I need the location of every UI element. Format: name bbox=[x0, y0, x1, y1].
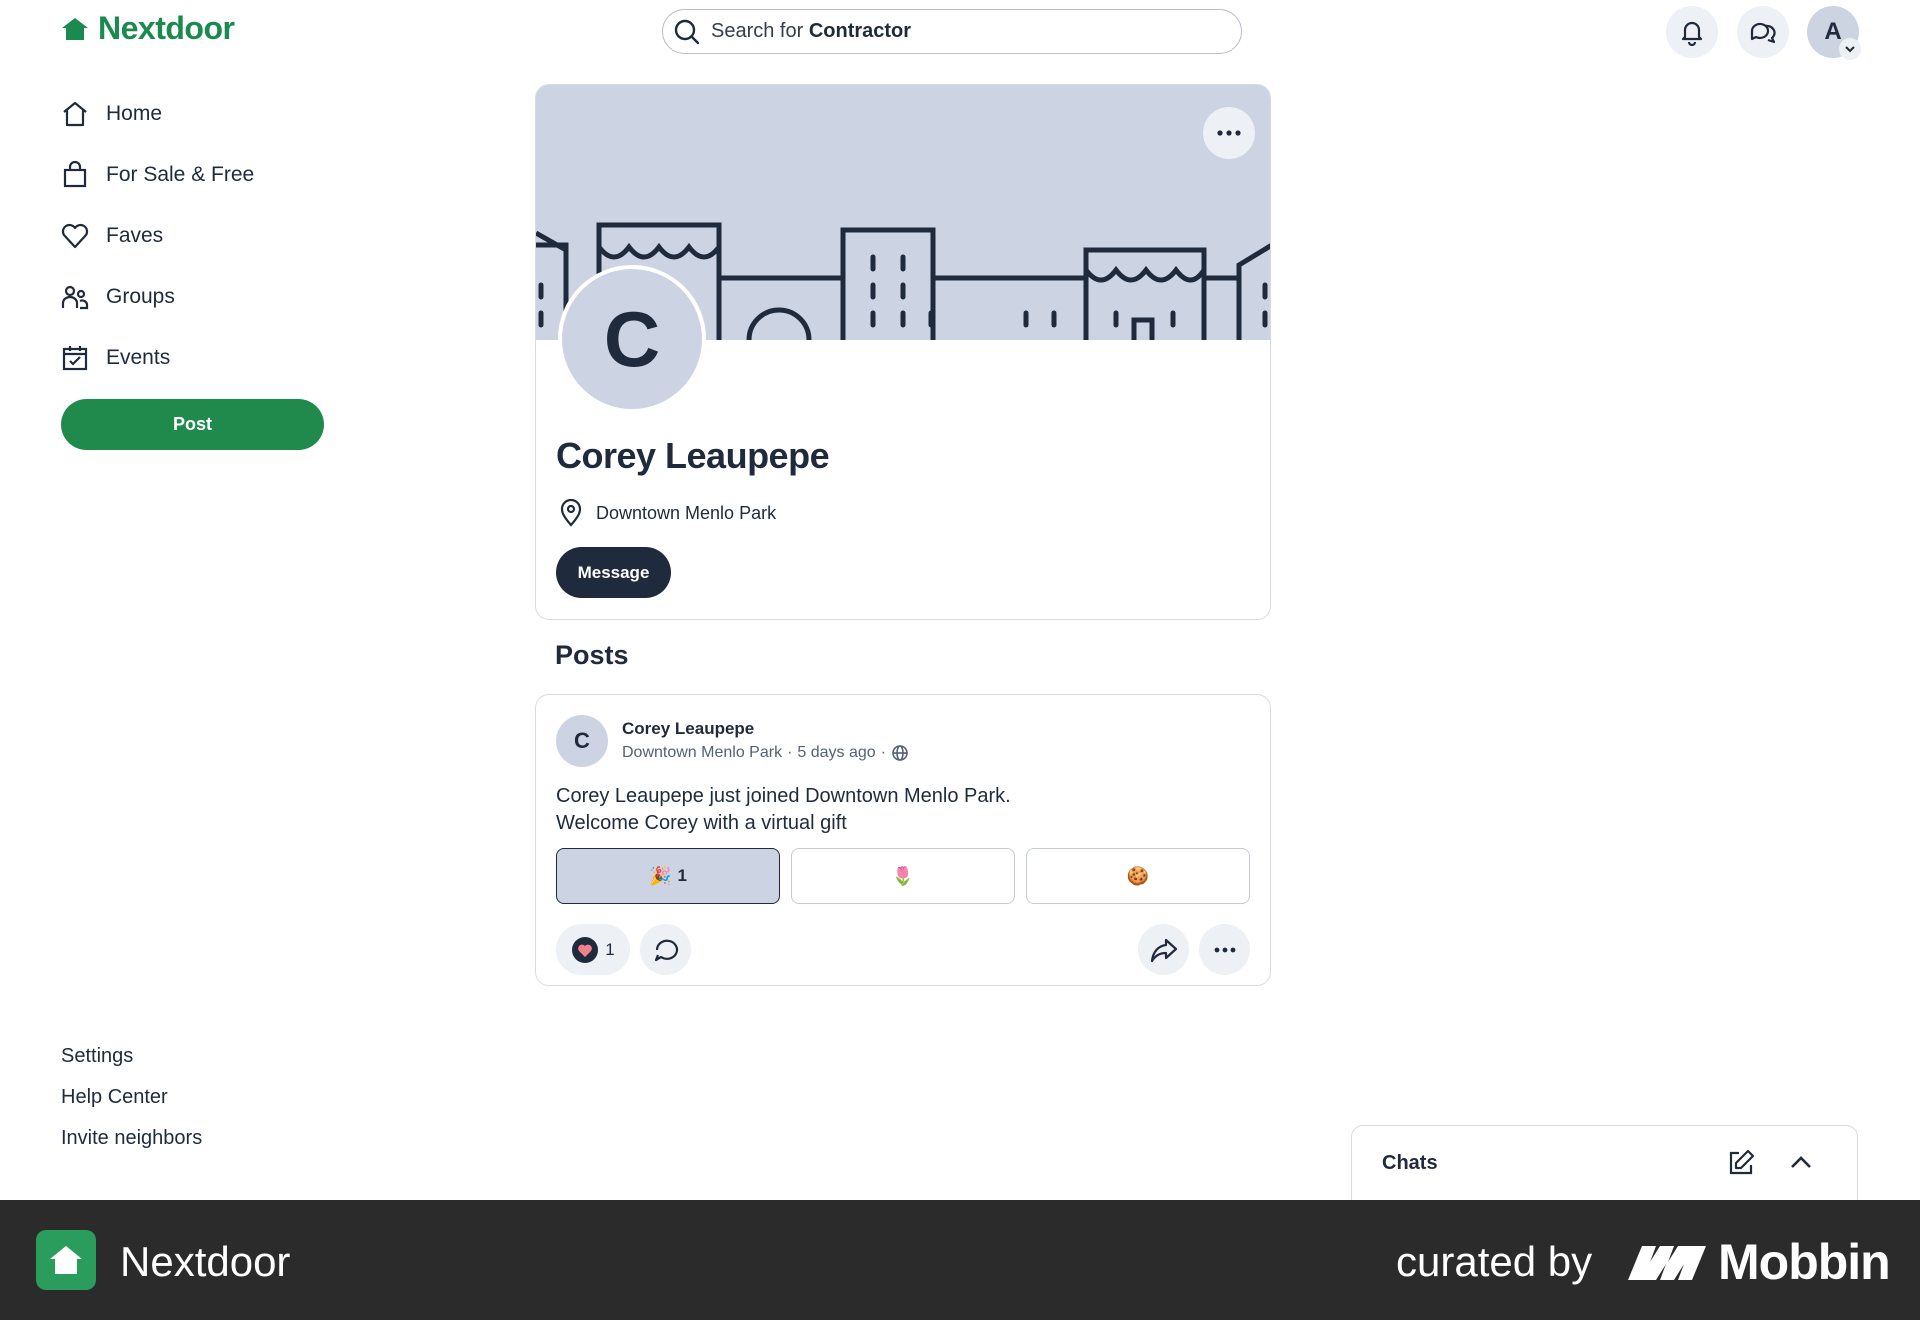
home-icon bbox=[63, 101, 87, 127]
heart-reaction-icon bbox=[572, 936, 599, 963]
meta-separator: · bbox=[787, 744, 793, 761]
post-button[interactable]: Post bbox=[61, 399, 324, 450]
chevron-down-icon bbox=[1845, 46, 1855, 53]
gift-button-party[interactable]: 🎉 1 bbox=[556, 848, 780, 904]
profile-name: Corey Leaupepe bbox=[556, 435, 830, 476]
gift-count: 1 bbox=[677, 866, 687, 885]
sidebar-item-faves[interactable]: Faves bbox=[60, 216, 163, 256]
heart-icon bbox=[61, 223, 89, 249]
more-horizontal-icon bbox=[1217, 130, 1241, 136]
post-time: 5 days ago bbox=[797, 744, 876, 761]
chevron-up-icon[interactable] bbox=[1788, 1150, 1814, 1176]
notifications-button[interactable] bbox=[1666, 6, 1718, 58]
post-body-line: Welcome Corey with a virtual gift bbox=[556, 812, 847, 834]
sidebar-item-groups[interactable]: Groups bbox=[60, 277, 175, 317]
profile-location: Downtown Menlo Park bbox=[558, 499, 776, 527]
chat-bubbles-icon bbox=[1750, 22, 1776, 44]
post-more-button[interactable] bbox=[1199, 924, 1250, 975]
sidebar-item-home[interactable]: Home bbox=[60, 94, 162, 134]
sidebar-item-label: Groups bbox=[106, 285, 175, 308]
calendar-icon bbox=[62, 346, 88, 371]
more-horizontal-icon bbox=[1214, 947, 1235, 952]
globe-icon bbox=[892, 745, 908, 761]
compose-icon[interactable] bbox=[1726, 1148, 1756, 1178]
post-author-avatar[interactable]: C bbox=[556, 715, 608, 767]
groups-icon bbox=[61, 285, 89, 310]
chats-panel[interactable]: Chats bbox=[1351, 1125, 1858, 1200]
nextdoor-logo[interactable]: Nextdoor bbox=[60, 10, 235, 47]
profile-more-button[interactable] bbox=[1203, 107, 1255, 159]
attribution-banner: Nextdoor curated by Mobbin bbox=[0, 1200, 1920, 1320]
mobbin-mark-icon bbox=[1628, 1246, 1706, 1280]
invite-neighbors-link[interactable]: Invite neighbors bbox=[61, 1127, 202, 1150]
house-logo-icon bbox=[50, 1246, 82, 1274]
sidebar-item-label: Events bbox=[106, 346, 171, 369]
messages-button[interactable] bbox=[1737, 6, 1789, 58]
account-menu-toggle[interactable] bbox=[1839, 38, 1861, 60]
sidebar-item-for-sale[interactable]: For Sale & Free bbox=[60, 155, 254, 195]
posts-heading: Posts bbox=[555, 640, 629, 670]
page: Nextdoor Search for Contractor A Home Fo… bbox=[0, 0, 1920, 1320]
search-icon bbox=[674, 19, 700, 44]
cookie-icon: 🍪 bbox=[1126, 865, 1150, 886]
post-neighborhood[interactable]: Downtown Menlo Park bbox=[622, 744, 782, 762]
gift-button-tulip[interactable]: 🌷 bbox=[791, 848, 1015, 904]
bell-icon bbox=[1681, 21, 1703, 46]
curated-by-text: curated by bbox=[1396, 1238, 1593, 1285]
share-icon bbox=[1150, 938, 1177, 962]
reaction-count: 1 bbox=[605, 939, 615, 959]
sidebar-item-label: For Sale & Free bbox=[106, 163, 255, 186]
sidebar-item-label: Faves bbox=[106, 224, 164, 247]
post-body: Corey Leaupepe just joined Downtown Menl… bbox=[556, 783, 1246, 837]
post-meta: Downtown Menlo Park · 5 days ago · bbox=[622, 744, 909, 762]
party-popper-icon: 🎉 bbox=[649, 865, 672, 886]
banner-app-name: Nextdoor bbox=[120, 1238, 291, 1285]
tulip-icon: 🌷 bbox=[891, 865, 915, 886]
house-logo-icon bbox=[62, 17, 88, 40]
comment-icon bbox=[654, 939, 678, 961]
comment-button[interactable] bbox=[640, 924, 691, 975]
profile-location-text: Downtown Menlo Park bbox=[596, 502, 777, 523]
message-button[interactable]: Message bbox=[556, 547, 671, 598]
chats-title: Chats bbox=[1382, 1152, 1438, 1174]
mobbin-wordmark: Mobbin bbox=[1718, 1234, 1891, 1290]
sidebar-item-events[interactable]: Events bbox=[60, 338, 170, 378]
location-pin-icon bbox=[560, 499, 582, 527]
post-avatar-initial: C bbox=[574, 728, 590, 753]
meta-separator: · bbox=[880, 744, 887, 761]
logo-text: Nextdoor bbox=[98, 10, 235, 46]
settings-link[interactable]: Settings bbox=[61, 1045, 133, 1068]
share-button[interactable] bbox=[1138, 924, 1189, 975]
post-body-line: Corey Leaupepe just joined Downtown Menl… bbox=[556, 785, 1011, 807]
profile-avatar: C bbox=[558, 265, 706, 413]
avatar-initial: A bbox=[1824, 18, 1842, 45]
post-card[interactable]: C Corey Leaupepe Downtown Menlo Park · 5… bbox=[535, 694, 1271, 986]
post-author-name[interactable]: Corey Leaupepe bbox=[622, 719, 754, 739]
gift-button-cookie[interactable]: 🍪 bbox=[1026, 848, 1250, 904]
search-placeholder: Search for Contractor bbox=[711, 20, 912, 42]
reaction-button[interactable]: 1 bbox=[556, 924, 630, 975]
mobbin-logo: Mobbin bbox=[1626, 1233, 1891, 1291]
search-input[interactable]: Search for Contractor bbox=[662, 9, 1242, 54]
help-center-link[interactable]: Help Center bbox=[61, 1086, 168, 1109]
profile-avatar-initial: C bbox=[603, 294, 661, 383]
nextdoor-app-icon bbox=[36, 1230, 96, 1290]
shopping-bag-icon bbox=[63, 160, 87, 188]
profile-card: C Corey Leaupepe Downtown Menlo Park Mes… bbox=[535, 84, 1271, 620]
sidebar-item-label: Home bbox=[106, 102, 163, 125]
